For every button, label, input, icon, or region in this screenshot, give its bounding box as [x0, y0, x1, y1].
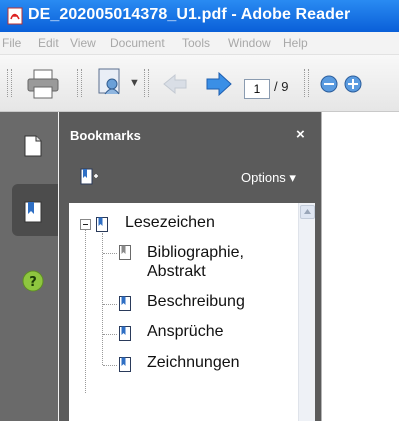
help-icon[interactable]: ?: [22, 270, 44, 292]
print-icon[interactable]: [26, 68, 60, 100]
bookmark-item-label-line: Bibliographie,: [147, 244, 244, 261]
bookmark-icon: [119, 326, 131, 341]
share-collaborate-icon[interactable]: [96, 66, 130, 100]
bookmark-icon: [119, 245, 131, 260]
zoom-out-icon[interactable]: [320, 75, 338, 93]
bookmark-tree: Lesezeichen Bibliographie, Abstrakt Besc…: [69, 203, 298, 421]
svg-text:?: ?: [29, 275, 37, 290]
menu-file[interactable]: File: [2, 36, 21, 50]
chevron-up-icon: [304, 209, 311, 214]
bookmark-icon: [119, 357, 131, 372]
document-view[interactable]: [321, 112, 399, 421]
close-icon[interactable]: ×: [296, 126, 305, 143]
toolbar-grip[interactable]: [304, 69, 309, 97]
collapse-toggle[interactable]: [80, 219, 91, 230]
menu-window[interactable]: Window: [228, 36, 271, 50]
toolbar-grip[interactable]: [77, 69, 82, 97]
scroll-up-button[interactable]: [300, 205, 315, 219]
bookmarks-panel-title: Bookmarks: [70, 128, 141, 143]
bookmark-item[interactable]: Ansprüche: [147, 323, 224, 341]
page-number-input[interactable]: 1: [244, 79, 270, 99]
navigation-panel: ?: [0, 112, 58, 421]
bookmark-item[interactable]: Bibliographie, Abstrakt: [147, 243, 244, 281]
toolbar-grip[interactable]: [7, 69, 12, 97]
window-title: DE_202005014378_U1.pdf - Adobe Reader: [28, 6, 351, 23]
toolbar-grip[interactable]: [144, 69, 149, 97]
previous-page-icon[interactable]: [162, 73, 188, 95]
page-total: / 9: [274, 79, 289, 94]
next-page-icon[interactable]: [205, 71, 233, 97]
bookmark-item-label-line: Abstrakt: [147, 263, 206, 280]
options-dropdown[interactable]: Options ▾: [241, 170, 296, 186]
bookmark-scrollbar[interactable]: [298, 203, 315, 421]
bookmark-icon: [119, 296, 131, 311]
menu-help[interactable]: Help: [283, 36, 308, 50]
pdf-document-icon: [7, 7, 23, 25]
bookmark-item[interactable]: Beschreibung: [147, 293, 245, 311]
menu-document[interactable]: Document: [110, 36, 165, 50]
bookmark-icon[interactable]: [23, 200, 43, 224]
menu-tools[interactable]: Tools: [182, 36, 210, 50]
toolbar: ▼ 1 / 9: [0, 55, 399, 112]
bookmark-icon: [96, 217, 108, 232]
menu-edit[interactable]: Edit: [38, 36, 59, 50]
bookmark-item[interactable]: Zeichnungen: [147, 354, 240, 372]
bookmark-root[interactable]: Lesezeichen: [125, 214, 215, 232]
menu-view[interactable]: View: [70, 36, 96, 50]
pages-icon[interactable]: [23, 134, 43, 158]
menu-bar: File Edit View Document Tools Window Hel…: [0, 32, 399, 55]
zoom-in-icon[interactable]: [344, 75, 362, 93]
bookmark-add-icon[interactable]: [80, 168, 100, 186]
title-bar: DE_202005014378_U1.pdf - Adobe Reader: [0, 0, 399, 32]
chevron-down-icon[interactable]: ▼: [129, 77, 140, 89]
